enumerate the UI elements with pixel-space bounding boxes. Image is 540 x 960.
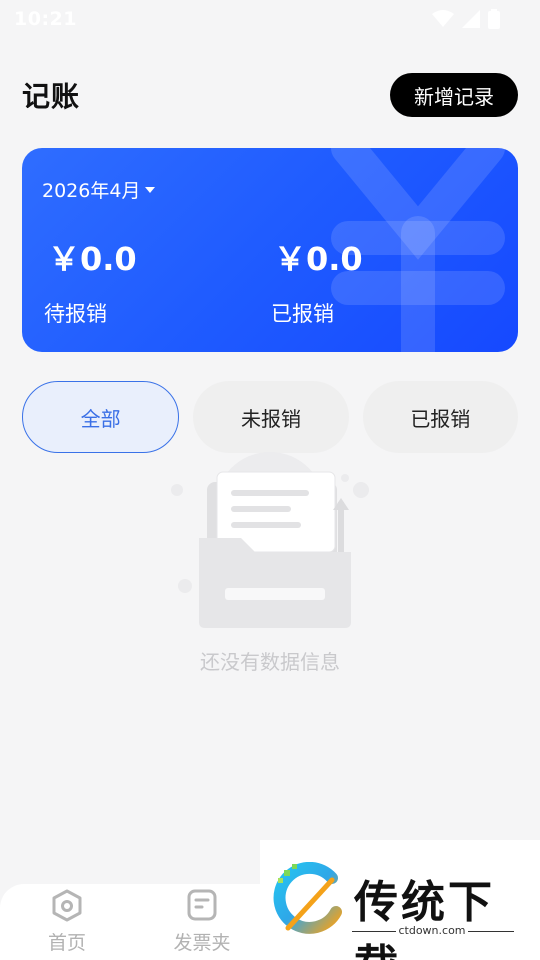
nav-label-invoices: 发票夹 bbox=[173, 932, 231, 954]
tab-unreimbursed[interactable]: 未报销 bbox=[193, 381, 349, 453]
reimbursed-label: 已报销 bbox=[271, 302, 334, 326]
caret-down-icon bbox=[145, 186, 156, 193]
invoice-folder-icon bbox=[187, 889, 217, 921]
wifi-icon bbox=[432, 10, 454, 27]
month-selector[interactable]: 2026年4月 bbox=[42, 176, 156, 203]
month-label: 2026年4月 bbox=[42, 180, 141, 202]
nav-item-home[interactable]: 首页 bbox=[7, 884, 127, 960]
watermark-emblem-icon bbox=[273, 862, 342, 934]
empty-folder-icon bbox=[171, 452, 369, 628]
status-time: 10:21 bbox=[14, 8, 77, 30]
watermark-text: 传统下载 bbox=[354, 877, 495, 960]
filter-tabs: 全部 未报销 已报销 bbox=[22, 381, 518, 453]
page-title: 记账 bbox=[22, 80, 81, 113]
reimbursed-amount: ￥0.0 bbox=[274, 240, 363, 278]
nav-item-invoices[interactable]: 发票夹 bbox=[142, 884, 262, 960]
battery-icon bbox=[488, 9, 500, 29]
empty-message: 还没有数据信息 bbox=[200, 650, 340, 674]
tab-reimbursed[interactable]: 已报销 bbox=[362, 381, 518, 453]
nav-label-home: 首页 bbox=[47, 932, 86, 954]
watermark-logo: 传统下载 ctdown.com bbox=[260, 840, 540, 960]
add-record-button[interactable]: 新增记录 bbox=[390, 73, 518, 117]
status-icons bbox=[432, 9, 500, 29]
pending-label: 待报销 bbox=[44, 302, 107, 326]
camera-home-icon bbox=[52, 889, 82, 922]
watermark-line-right bbox=[468, 931, 514, 932]
tab-all[interactable]: 全部 bbox=[22, 381, 180, 453]
header: 记账 新增记录 bbox=[22, 72, 518, 118]
pending-amount: ￥0.0 bbox=[48, 240, 137, 278]
summary-card: 2026年4月 ￥0.0 待报销 ￥0.0 已报销 bbox=[22, 148, 518, 352]
signal-icon bbox=[462, 10, 480, 28]
status-bar: 10:21 bbox=[0, 0, 540, 38]
